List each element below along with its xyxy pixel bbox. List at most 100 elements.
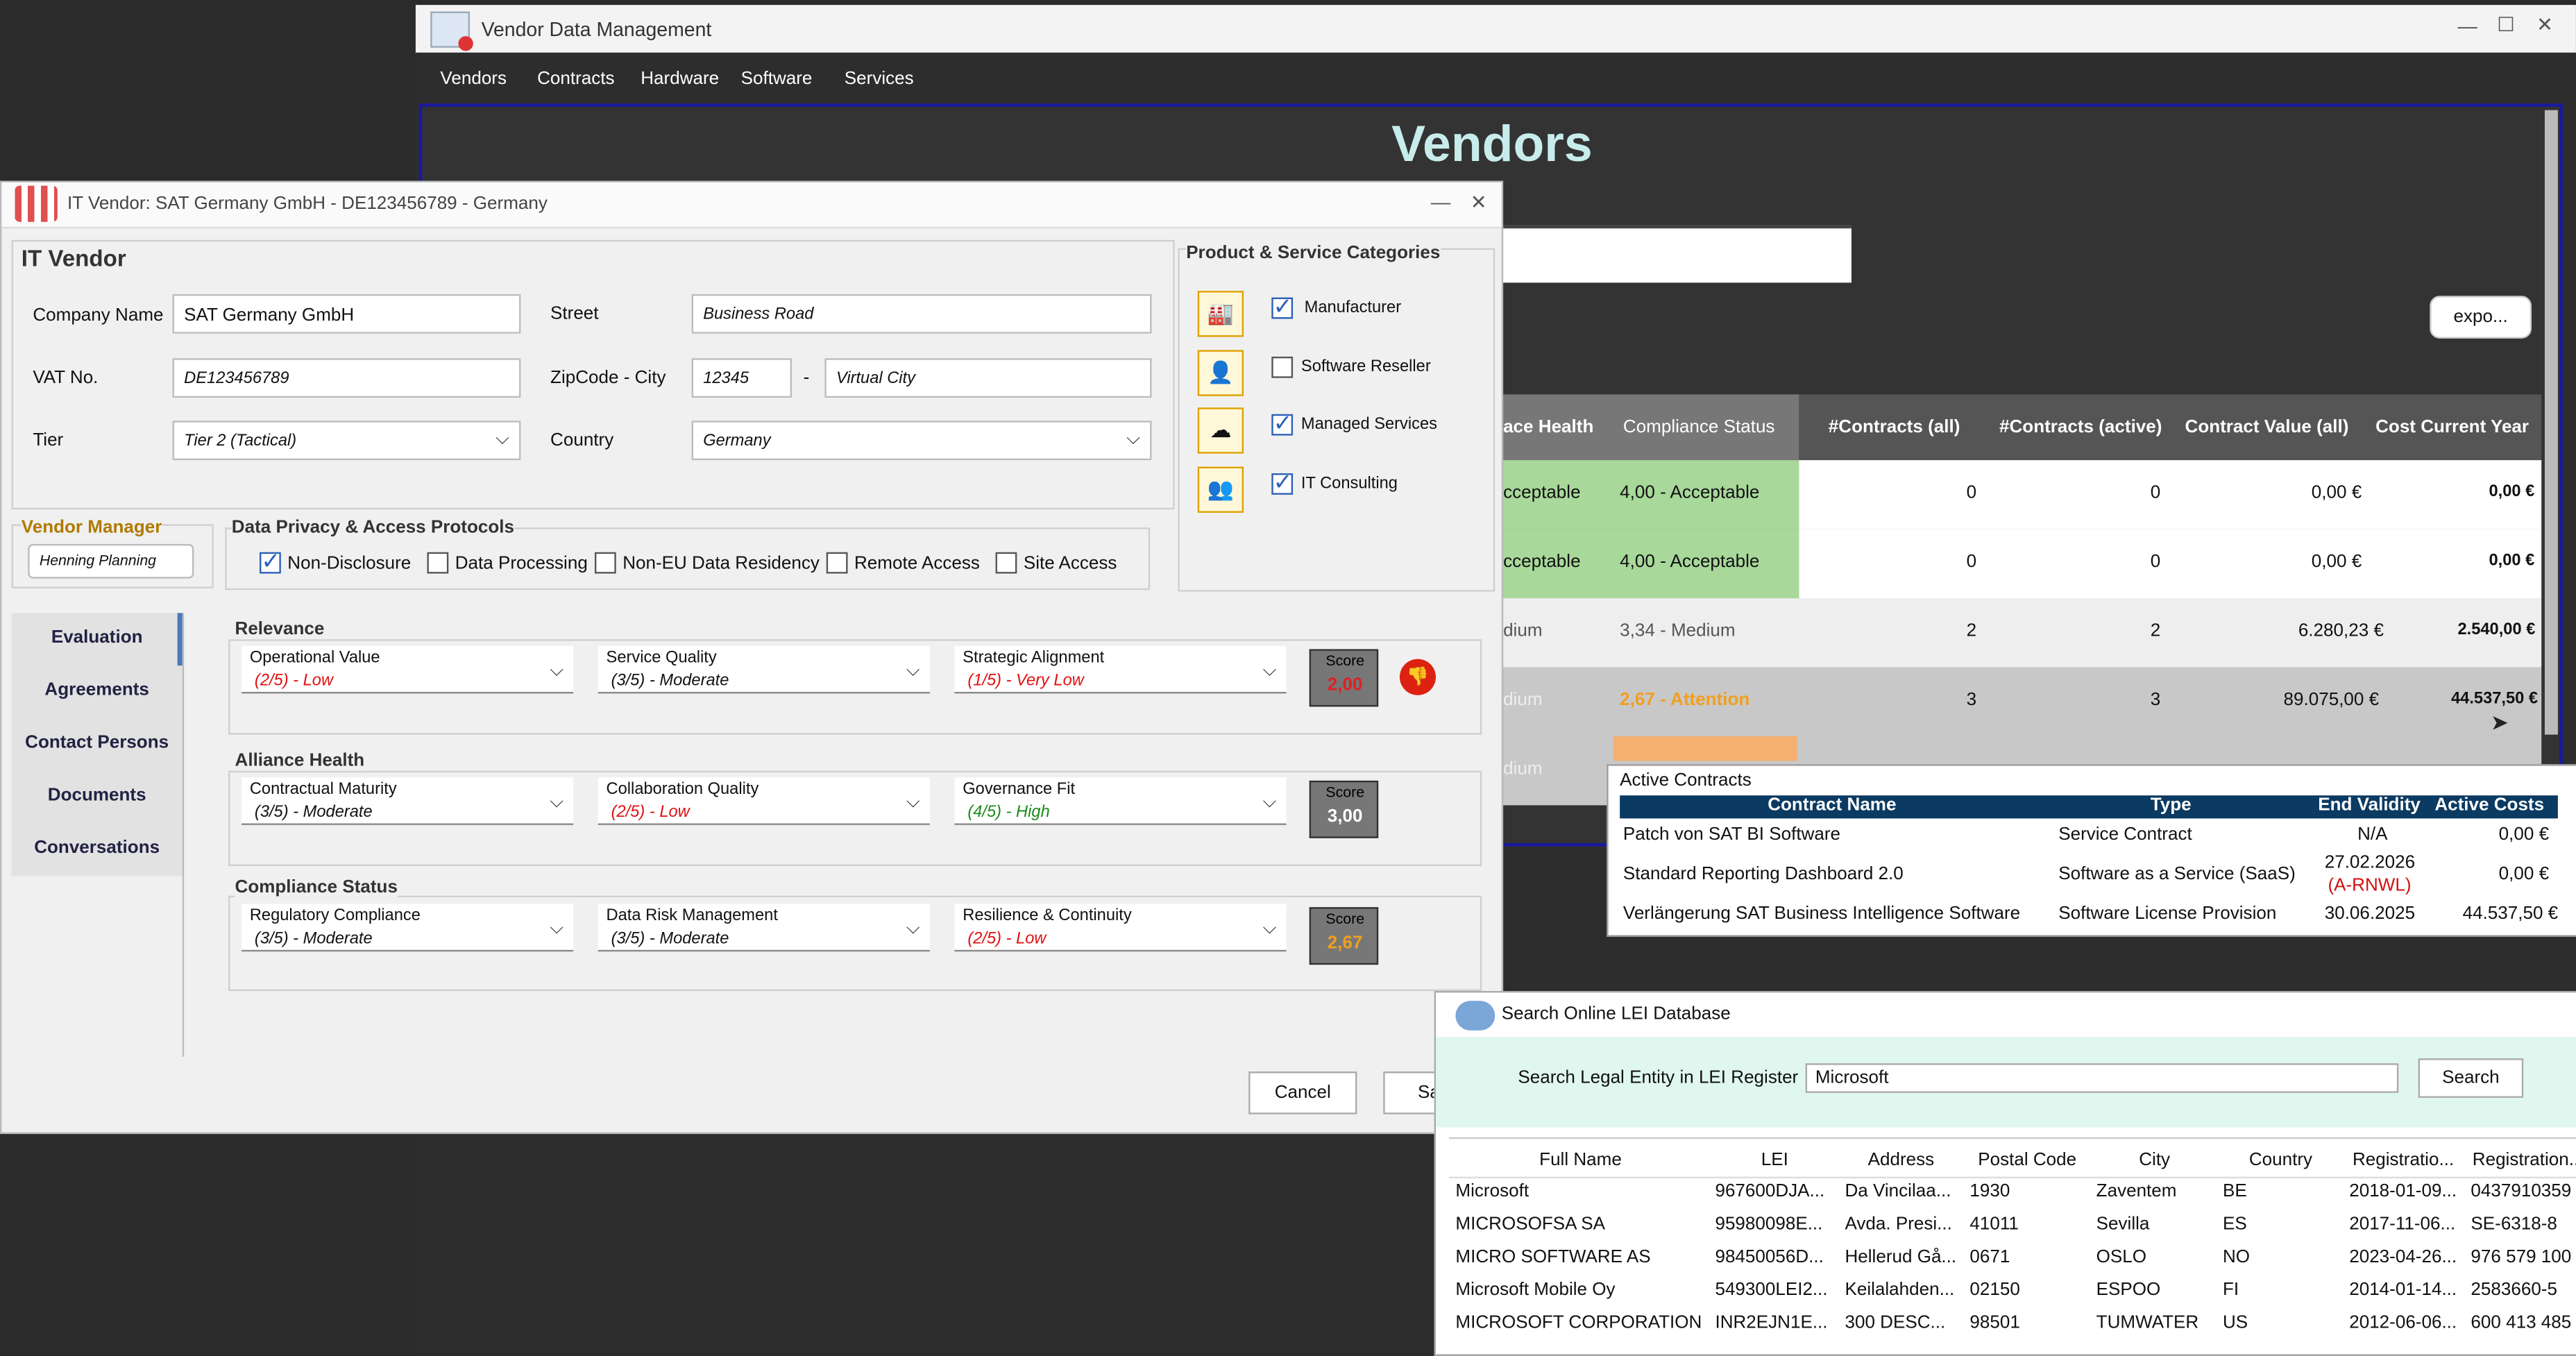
manufacturer-checkbox[interactable] <box>1271 293 1294 321</box>
lei-cell-name: Microsoft Mobile Oy <box>1455 1280 1616 1300</box>
lei-search-label: Search Legal Entity in LEI Register <box>1518 1068 1799 1088</box>
collaboration-quality-select[interactable]: Collaboration Quality (2/5) - Low ⌵ <box>598 777 930 825</box>
lei-cell-name: Microsoft <box>1455 1181 1530 1202</box>
data-processing-checkbox[interactable] <box>427 552 449 574</box>
cell-compliance: 4,00 - Acceptable <box>1620 483 1760 503</box>
col-health[interactable]: ace Health <box>1503 418 1593 437</box>
close-icon[interactable]: ✕ <box>2536 13 2553 36</box>
cell-contracts-all: 0 <box>1966 483 1977 503</box>
vendor-search-input[interactable] <box>1503 225 1852 283</box>
popup-title: Active Contracts <box>1620 770 1752 791</box>
minimize-icon[interactable]: — <box>2457 15 2477 37</box>
col-contract-value[interactable]: Contract Value (all) <box>2185 418 2349 437</box>
contract-name: Standard Reporting Dashboard 2.0 <box>1622 864 1904 885</box>
contract-cost: 0,00 € <box>2498 864 2550 885</box>
street-field[interactable]: Business Road <box>691 294 1152 334</box>
menu-services[interactable]: Services <box>845 69 914 88</box>
lei-cell-name: MICRO SOFTWARE AS <box>1455 1247 1651 1267</box>
menu-vendors[interactable]: Vendors <box>440 69 507 88</box>
cell-compliance: 4,00 - Acceptable <box>1620 552 1760 573</box>
governance-fit-select[interactable]: Governance Fit (4/5) - High ⌵ <box>954 777 1287 825</box>
vat-field[interactable]: DE123456789 <box>172 358 521 398</box>
vendor-manager-field[interactable]: Henning Planning <box>28 543 194 579</box>
menu-contracts[interactable]: Contracts <box>537 69 614 88</box>
categories-title: Product & Service Categories <box>1186 243 1441 263</box>
maximize-icon[interactable]: ☐ <box>2497 13 2514 36</box>
country-select[interactable]: Germany ⌵ <box>691 421 1152 461</box>
vendor-row[interactable]: dium 3,34 - Medium 2 2 6.280,23 € 2.540,… <box>1503 598 2542 668</box>
non-disclosure-checkbox[interactable] <box>260 548 281 575</box>
service-quality-label: Service Quality <box>606 649 717 668</box>
operational-value-select[interactable]: Operational Value (2/5) - Low ⌵ <box>241 645 574 694</box>
zip-separator: - <box>803 368 810 388</box>
lei-col-postal-code[interactable]: Postal Code <box>1978 1151 2076 1170</box>
street-label: Street <box>550 304 599 324</box>
cell-cost-year: 2.540,00 € <box>2457 621 2536 640</box>
non-disclosure-label: Non-Disclosure <box>287 554 412 574</box>
contractual-maturity-select[interactable]: Contractual Maturity (3/5) - Moderate ⌵ <box>241 777 574 825</box>
lei-col-registration-2[interactable]: Registration... <box>2473 1151 2576 1170</box>
menu-software[interactable]: Software <box>741 69 813 88</box>
company-name-label: Company Name <box>33 305 164 325</box>
col-contracts-active[interactable]: #Contracts (active) <box>1999 418 2162 437</box>
non-eu-residency-checkbox[interactable] <box>594 552 616 574</box>
nav-conversations[interactable]: Conversations <box>12 838 183 858</box>
menu-hardware[interactable]: Hardware <box>641 69 719 88</box>
nav-agreements[interactable]: Agreements <box>12 680 183 700</box>
lei-col-lei[interactable]: LEI <box>1761 1151 1788 1170</box>
contract-type: Service Contract <box>2058 824 2192 845</box>
remote-access-checkbox[interactable] <box>826 552 848 574</box>
zip-city-label: ZipCode - City <box>550 368 666 388</box>
site-access-checkbox[interactable] <box>995 552 1017 574</box>
service-quality-select[interactable]: Service Quality (3/5) - Moderate ⌵ <box>598 645 930 694</box>
company-name-field[interactable]: SAT Germany GmbH <box>172 294 521 334</box>
vendor-row-selected[interactable]: dium 2,67 - Attention 3 3 89.075,00 € 44… <box>1503 667 2542 736</box>
regulatory-compliance-select[interactable]: Regulatory Compliance (3/5) - Moderate ⌵ <box>241 904 574 952</box>
lei-col-address[interactable]: Address <box>1868 1151 1935 1170</box>
lei-search-button[interactable]: Search <box>2418 1058 2524 1098</box>
export-button[interactable]: expo... <box>2430 296 2532 339</box>
minimize-icon[interactable]: — <box>1431 191 1450 214</box>
zip-field[interactable]: 12345 <box>691 358 793 398</box>
managed-services-checkbox[interactable] <box>1271 409 1294 437</box>
vendors-scrollbar[interactable] <box>2544 110 2558 735</box>
nav-documents[interactable]: Documents <box>12 786 183 805</box>
col-cost-year[interactable]: Cost Current Year <box>2375 418 2529 437</box>
country-value: Germany <box>703 432 771 450</box>
cancel-button[interactable]: Cancel <box>1248 1071 1357 1115</box>
col-contracts-all[interactable]: #Contracts (all) <box>1829 418 1960 437</box>
cell-health: dium <box>1503 690 1543 711</box>
dialog-titlebar: IT Vendor: SAT Germany GmbH - DE12345678… <box>1 182 1502 229</box>
tier-select[interactable]: Tier 2 (Tactical) ⌵ <box>172 421 521 461</box>
lei-col-country[interactable]: Country <box>2249 1151 2312 1170</box>
nav-contact-persons[interactable]: Contact Persons <box>12 733 183 752</box>
vendor-row[interactable]: cceptable 4,00 - Acceptable 0 0 0,00 € 0… <box>1503 460 2542 529</box>
lei-cell-country: BE <box>2222 1181 2247 1202</box>
vendor-row[interactable]: cceptable 4,00 - Acceptable 0 0 0,00 € 0… <box>1503 529 2542 599</box>
lei-col-full-name[interactable]: Full Name <box>1539 1151 1622 1170</box>
col-compliance[interactable]: Compliance Status <box>1623 418 1775 437</box>
chevron-down-icon: ⌵ <box>550 792 564 812</box>
lei-search-input[interactable]: Microsoft <box>1805 1063 2399 1093</box>
nav-evaluation[interactable]: Evaluation <box>12 628 183 647</box>
close-icon[interactable]: ✕ <box>1471 191 1487 214</box>
operational-value-value: (2/5) - Low <box>254 672 334 690</box>
contract-end: 27.02.2026 <box>2324 853 2416 873</box>
contract-cost: 0,00 € <box>2498 824 2550 845</box>
consulting-people-icon: 👥 <box>1197 466 1244 513</box>
lei-col-city[interactable]: City <box>2139 1151 2170 1170</box>
it-consulting-label: IT Consulting <box>1300 475 1398 493</box>
lei-cell-registration: 2023-04-26... <box>2349 1247 2457 1267</box>
software-reseller-checkbox[interactable] <box>1271 356 1294 378</box>
cell-cost-year: 0,00 € <box>2489 483 2535 502</box>
data-risk-select[interactable]: Data Risk Management (3/5) - Moderate ⌵ <box>598 904 930 952</box>
col-contract-name: Contract Name <box>1768 795 1897 815</box>
tier-label: Tier <box>33 430 64 450</box>
lei-cell-city: OSLO <box>2096 1247 2147 1267</box>
lei-col-registration[interactable]: Registratio... <box>2353 1151 2454 1170</box>
city-field[interactable]: Virtual City <box>824 358 1152 398</box>
it-consulting-checkbox[interactable] <box>1271 468 1294 496</box>
resilience-select[interactable]: Resilience & Continuity (2/5) - Low ⌵ <box>954 904 1287 952</box>
cell-contracts-active: 2 <box>2150 621 2161 641</box>
strategic-alignment-select[interactable]: Strategic Alignment (1/5) - Very Low ⌵ <box>954 645 1287 694</box>
